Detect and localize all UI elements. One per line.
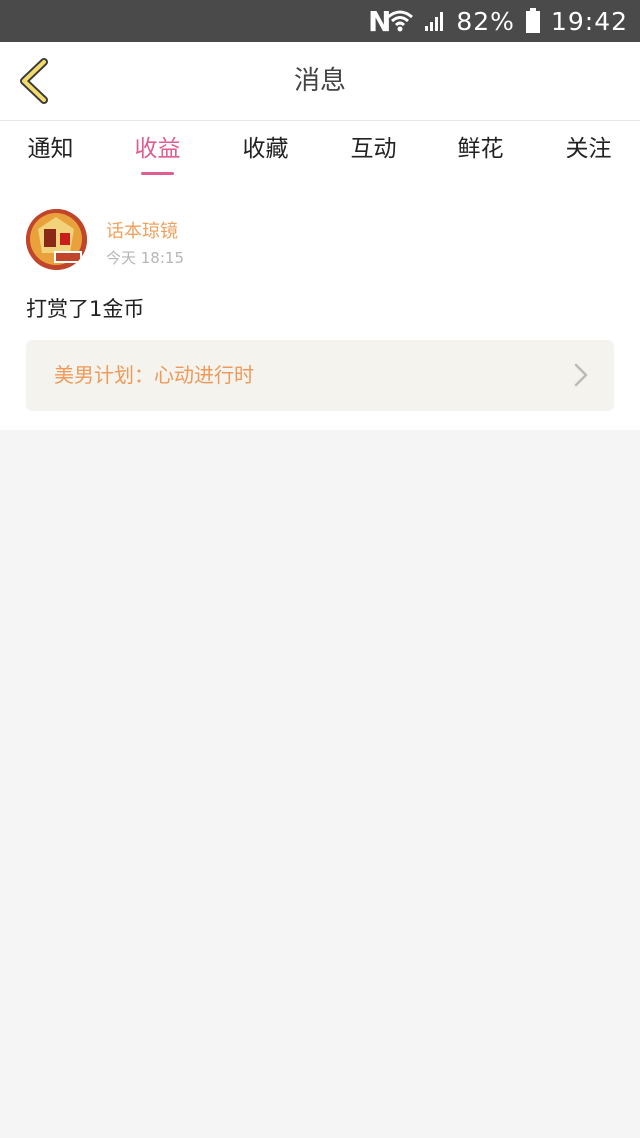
message-item: 话本琼镜 今天 18:15 打赏了1金币 美男计划：心动进行时 <box>0 183 640 430</box>
avatar[interactable] <box>26 209 87 270</box>
wifi-icon <box>387 10 414 32</box>
chevron-right-icon <box>574 363 588 387</box>
tab-earnings[interactable]: 收益 <box>104 121 211 183</box>
work-title: 美男计划：心动进行时 <box>54 363 254 387</box>
tab-label: 收藏 <box>242 136 289 162</box>
battery-icon <box>525 8 540 33</box>
clock: 19:42 <box>550 6 628 36</box>
tab-follows[interactable]: 关注 <box>535 121 640 183</box>
status-icons: 82% 19:42 <box>386 0 628 42</box>
tab-label: 通知 <box>27 136 74 162</box>
tab-interactions[interactable]: 互动 <box>320 121 427 183</box>
status-bar: N 82% 19:42 <box>0 0 640 42</box>
page-title: 消息 <box>293 66 346 96</box>
signal-icon <box>425 12 444 31</box>
tab-favorites[interactable]: 收藏 <box>212 121 319 183</box>
tab-flowers[interactable]: 鲜花 <box>427 121 534 183</box>
username[interactable]: 话本琼镜 <box>106 217 178 243</box>
tab-label: 鲜花 <box>457 136 504 162</box>
tab-label: 关注 <box>565 136 612 162</box>
work-link-card[interactable]: 美男计划：心动进行时 <box>26 340 614 411</box>
battery-percentage: 82% <box>456 6 515 36</box>
tab-label: 互动 <box>350 136 397 162</box>
tab-notifications[interactable]: 通知 <box>0 121 104 183</box>
tab-bar: 通知 收益 收藏 互动 鲜花 关注 <box>0 121 640 183</box>
tab-label: 收益 <box>134 136 181 162</box>
message-text: 打赏了1金币 <box>26 297 145 321</box>
message-time: 今天 18:15 <box>106 249 184 267</box>
top-bar: 消息 <box>0 42 640 121</box>
active-tab-indicator <box>141 172 174 175</box>
